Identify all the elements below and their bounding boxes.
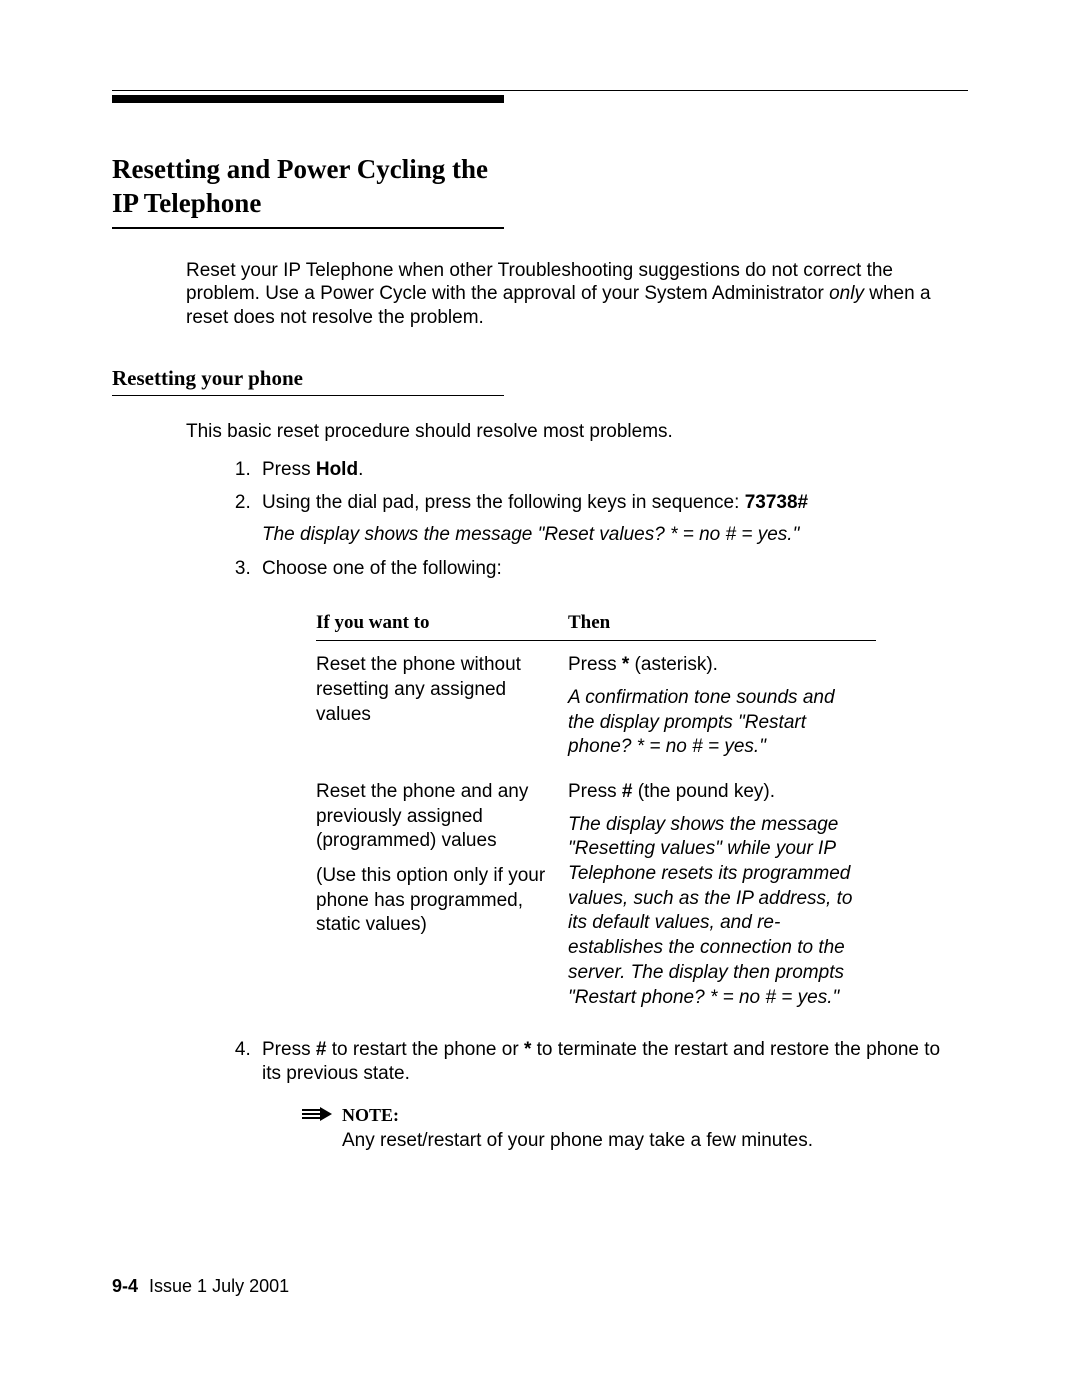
document-page: Resetting and Power Cycling the IP Telep… bbox=[0, 0, 1080, 1397]
step-1: Press Hold. bbox=[256, 458, 958, 482]
intro-paragraph: Reset your IP Telephone when other Troub… bbox=[186, 259, 958, 330]
step2-sub: The display shows the message "Reset val… bbox=[262, 523, 958, 547]
table-row: Reset the phone and any previously assig… bbox=[316, 768, 876, 1018]
r2c2-tail: (the pound key). bbox=[632, 781, 775, 802]
step4-a: Press bbox=[262, 1039, 316, 1060]
top-rule-thin bbox=[112, 90, 968, 91]
step2-seq: 73738# bbox=[745, 492, 808, 513]
r1c2-tail: (asterisk). bbox=[629, 654, 718, 675]
note-block: NOTE: Any reset/restart of your phone ma… bbox=[302, 1104, 958, 1154]
note-text: Any reset/restart of your phone may take… bbox=[342, 1129, 958, 1153]
note-label: NOTE: bbox=[342, 1104, 399, 1127]
r1c2: Press * (asterisk). A confirmation tone … bbox=[568, 641, 876, 768]
choice-table: If you want to Then Reset the phone with… bbox=[316, 611, 876, 1019]
r2c1-b: (Use this option only if your phone has … bbox=[316, 864, 554, 938]
step-2: Using the dial pad, press the following … bbox=[256, 491, 958, 547]
step4-c: to restart the phone or bbox=[326, 1039, 524, 1060]
section-underline bbox=[112, 395, 504, 396]
r1c1: Reset the phone without resetting any as… bbox=[316, 641, 568, 768]
r1c2-italic: A confirmation tone sounds and the displ… bbox=[568, 686, 862, 760]
section-lead: This basic reset procedure should resolv… bbox=[186, 420, 958, 444]
r2c2-bold: # bbox=[622, 781, 633, 802]
step2-a: Using the dial pad, press the following … bbox=[262, 492, 745, 513]
step1-c: . bbox=[358, 459, 363, 480]
r1c2-a: Press bbox=[568, 654, 622, 675]
section-heading: Resetting your phone bbox=[112, 366, 968, 391]
top-rule-thick bbox=[112, 95, 504, 103]
issue-info: Issue 1 July 2001 bbox=[149, 1276, 289, 1296]
note-arrow-icon bbox=[302, 1104, 336, 1128]
steps-list-continued: Press # to restart the phone or * to ter… bbox=[186, 1038, 958, 1086]
title-underline bbox=[112, 227, 504, 229]
th-then: Then bbox=[568, 611, 876, 641]
step-3: Choose one of the following: bbox=[256, 557, 958, 581]
r2c1-a: Reset the phone and any previously assig… bbox=[316, 781, 528, 851]
intro-part1: Reset your IP Telephone when other Troub… bbox=[186, 260, 893, 305]
table-row: Reset the phone without resetting any as… bbox=[316, 641, 876, 768]
th-ifyouwant: If you want to bbox=[316, 611, 568, 641]
step1-hold: Hold bbox=[316, 459, 358, 480]
r2c2-a: Press bbox=[568, 781, 622, 802]
step4-hash: # bbox=[316, 1039, 327, 1060]
choice-table-wrap: If you want to Then Reset the phone with… bbox=[316, 611, 958, 1019]
intro-only-italic: only bbox=[829, 283, 864, 304]
step-4: Press # to restart the phone or * to ter… bbox=[256, 1038, 958, 1086]
page-number: 9-4 bbox=[112, 1276, 138, 1296]
r2c2-italic: The display shows the message "Resetting… bbox=[568, 813, 862, 1011]
r2c2: Press # (the pound key). The display sho… bbox=[568, 768, 876, 1018]
step1-a: Press bbox=[262, 459, 316, 480]
page-footer: 9-4 Issue 1 July 2001 bbox=[112, 1276, 289, 1297]
r2c1: Reset the phone and any previously assig… bbox=[316, 768, 568, 1018]
page-title: Resetting and Power Cycling the IP Telep… bbox=[112, 153, 492, 221]
steps-list: Press Hold. Using the dial pad, press th… bbox=[186, 458, 958, 581]
